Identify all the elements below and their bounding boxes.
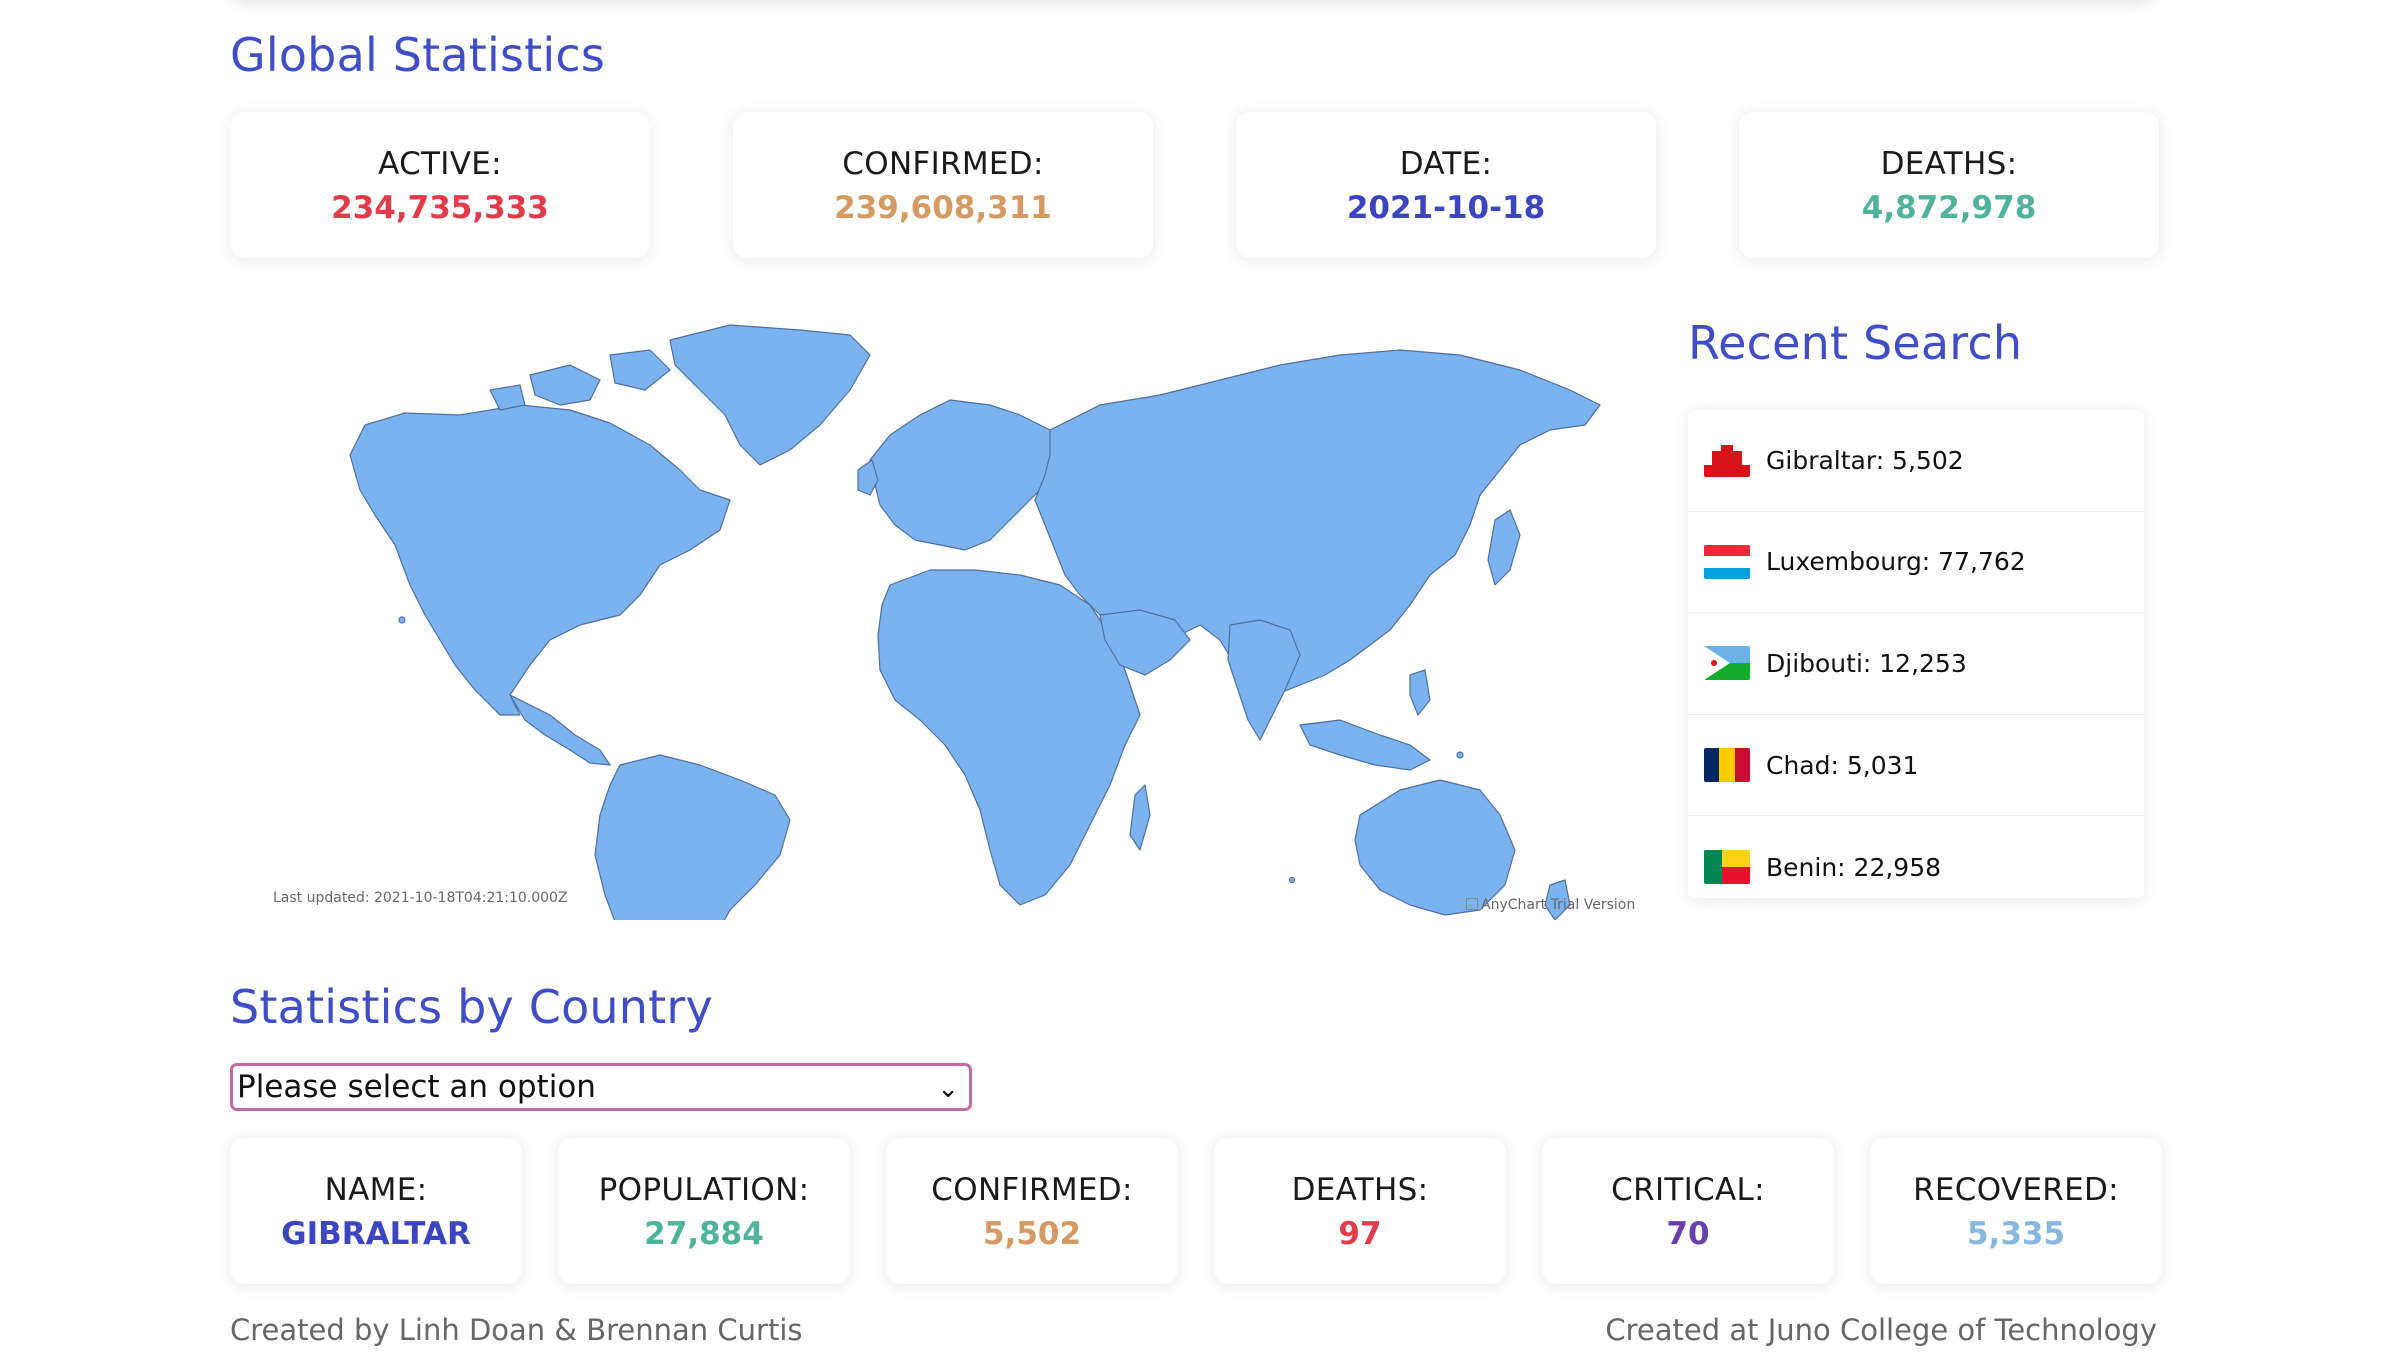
world-map[interactable] bbox=[230, 295, 1635, 1106]
chart-icon bbox=[1466, 898, 1478, 910]
country-confirmed-card: CONFIRMED: 5,502 bbox=[886, 1138, 1178, 1284]
country-deaths-value: 97 bbox=[1338, 1216, 1382, 1252]
recent-item-label: Benin: 22,958 bbox=[1766, 852, 1942, 882]
central-america-region[interactable] bbox=[509, 694, 611, 766]
deaths-label: DEATHS: bbox=[1880, 146, 2018, 182]
recent-item-benin[interactable]: Benin: 22,958 bbox=[1688, 816, 2144, 918]
recovered-label: RECOVERED: bbox=[1913, 1172, 2119, 1208]
global-statistics-title: Global Statistics bbox=[230, 28, 606, 82]
recent-item-label: Gibraltar: 5,502 bbox=[1766, 445, 1964, 475]
recent-item-luxembourg[interactable]: Luxembourg: 77,762 bbox=[1688, 512, 2144, 614]
active-value: 234,735,333 bbox=[331, 190, 549, 226]
recent-item-label: Djibouti: 12,253 bbox=[1766, 648, 1967, 678]
australia-region[interactable] bbox=[1354, 779, 1516, 916]
country-deaths-card: DEATHS: 97 bbox=[1214, 1138, 1506, 1284]
footer-credits-left: Created by Linh Doan & Brennan Curtis bbox=[230, 1313, 803, 1347]
footer-credits-right: Created at Juno College of Technology bbox=[1605, 1313, 2157, 1347]
philippines-region[interactable] bbox=[1409, 669, 1431, 716]
recent-item-chad[interactable]: Chad: 5,031 bbox=[1688, 715, 2144, 817]
benin-flag-icon bbox=[1704, 850, 1750, 885]
recent-search-title: Recent Search bbox=[1688, 316, 2023, 370]
arctic-islands-region[interactable] bbox=[529, 364, 601, 406]
arctic-islands-region-3[interactable] bbox=[489, 384, 526, 411]
map-credit-text: AnyChart Trial Version bbox=[1481, 897, 1636, 913]
population-value: 27,884 bbox=[644, 1216, 764, 1252]
recent-item-gibraltar[interactable]: Gibraltar: 5,502 bbox=[1688, 410, 2144, 512]
critical-label: CRITICAL: bbox=[1611, 1172, 1765, 1208]
indonesia-region[interactable] bbox=[1299, 719, 1431, 771]
active-label: ACTIVE: bbox=[378, 146, 502, 182]
greenland-region[interactable] bbox=[669, 324, 871, 466]
critical-value: 70 bbox=[1666, 1216, 1710, 1252]
chad-flag-icon bbox=[1704, 748, 1750, 783]
deaths-card: DEATHS: 4,872,978 bbox=[1739, 112, 2159, 258]
name-card: NAME: GIBRALTAR bbox=[230, 1138, 522, 1284]
luxembourg-flag-icon bbox=[1704, 544, 1750, 579]
active-card: ACTIVE: 234,735,333 bbox=[230, 112, 650, 258]
name-label: NAME: bbox=[324, 1172, 428, 1208]
north-america-region[interactable] bbox=[349, 404, 731, 716]
name-value: GIBRALTAR bbox=[281, 1216, 471, 1252]
country-select[interactable]: Please select an option ⌄ bbox=[230, 1063, 972, 1111]
population-label: POPULATION: bbox=[598, 1172, 810, 1208]
confirmed-label: CONFIRMED: bbox=[842, 146, 1044, 182]
recent-item-djibouti[interactable]: Djibouti: 12,253 bbox=[1688, 613, 2144, 715]
gibraltar-flag-icon bbox=[1704, 443, 1750, 478]
confirmed-card: CONFIRMED: 239,608,311 bbox=[733, 112, 1153, 258]
recovered-value: 5,335 bbox=[1966, 1216, 2066, 1252]
map-credit[interactable]: AnyChart Trial Version bbox=[1466, 897, 1635, 913]
europe-region[interactable] bbox=[869, 399, 1061, 551]
country-deaths-label: DEATHS: bbox=[1291, 1172, 1429, 1208]
chevron-down-icon: ⌄ bbox=[937, 1074, 959, 1104]
country-confirmed-label: CONFIRMED: bbox=[931, 1172, 1133, 1208]
south-america-region[interactable] bbox=[594, 754, 791, 1106]
deaths-value: 4,872,978 bbox=[1861, 190, 2037, 226]
country-statistics-title: Statistics by Country bbox=[230, 980, 713, 1034]
recent-item-label: Chad: 5,031 bbox=[1766, 750, 1919, 780]
madagascar-region[interactable] bbox=[1129, 784, 1151, 851]
date-card: DATE: 2021-10-18 bbox=[1236, 112, 1656, 258]
recovered-card: RECOVERED: 5,335 bbox=[1870, 1138, 2162, 1284]
date-label: DATE: bbox=[1399, 146, 1493, 182]
recent-item-label: Luxembourg: 77,762 bbox=[1766, 547, 2026, 577]
india-region[interactable] bbox=[1227, 619, 1301, 741]
critical-card: CRITICAL: 70 bbox=[1542, 1138, 1834, 1284]
date-value: 2021-10-18 bbox=[1346, 190, 1546, 226]
country-select-value: Please select an option bbox=[237, 1069, 596, 1105]
djibouti-flag-icon bbox=[1704, 646, 1750, 681]
world-map-svg[interactable] bbox=[230, 295, 1635, 1106]
japan-region[interactable] bbox=[1487, 509, 1521, 586]
country-confirmed-value: 5,502 bbox=[982, 1216, 1082, 1252]
arctic-islands-region-2[interactable] bbox=[609, 349, 671, 391]
confirmed-value: 239,608,311 bbox=[834, 190, 1052, 226]
map-last-updated: Last updated: 2021-10-18T04:21:10.000Z bbox=[273, 890, 568, 906]
recent-search-list: Gibraltar: 5,502 Luxembourg: 77,762 Djib… bbox=[1688, 410, 2144, 898]
population-card: POPULATION: 27,884 bbox=[558, 1138, 850, 1284]
